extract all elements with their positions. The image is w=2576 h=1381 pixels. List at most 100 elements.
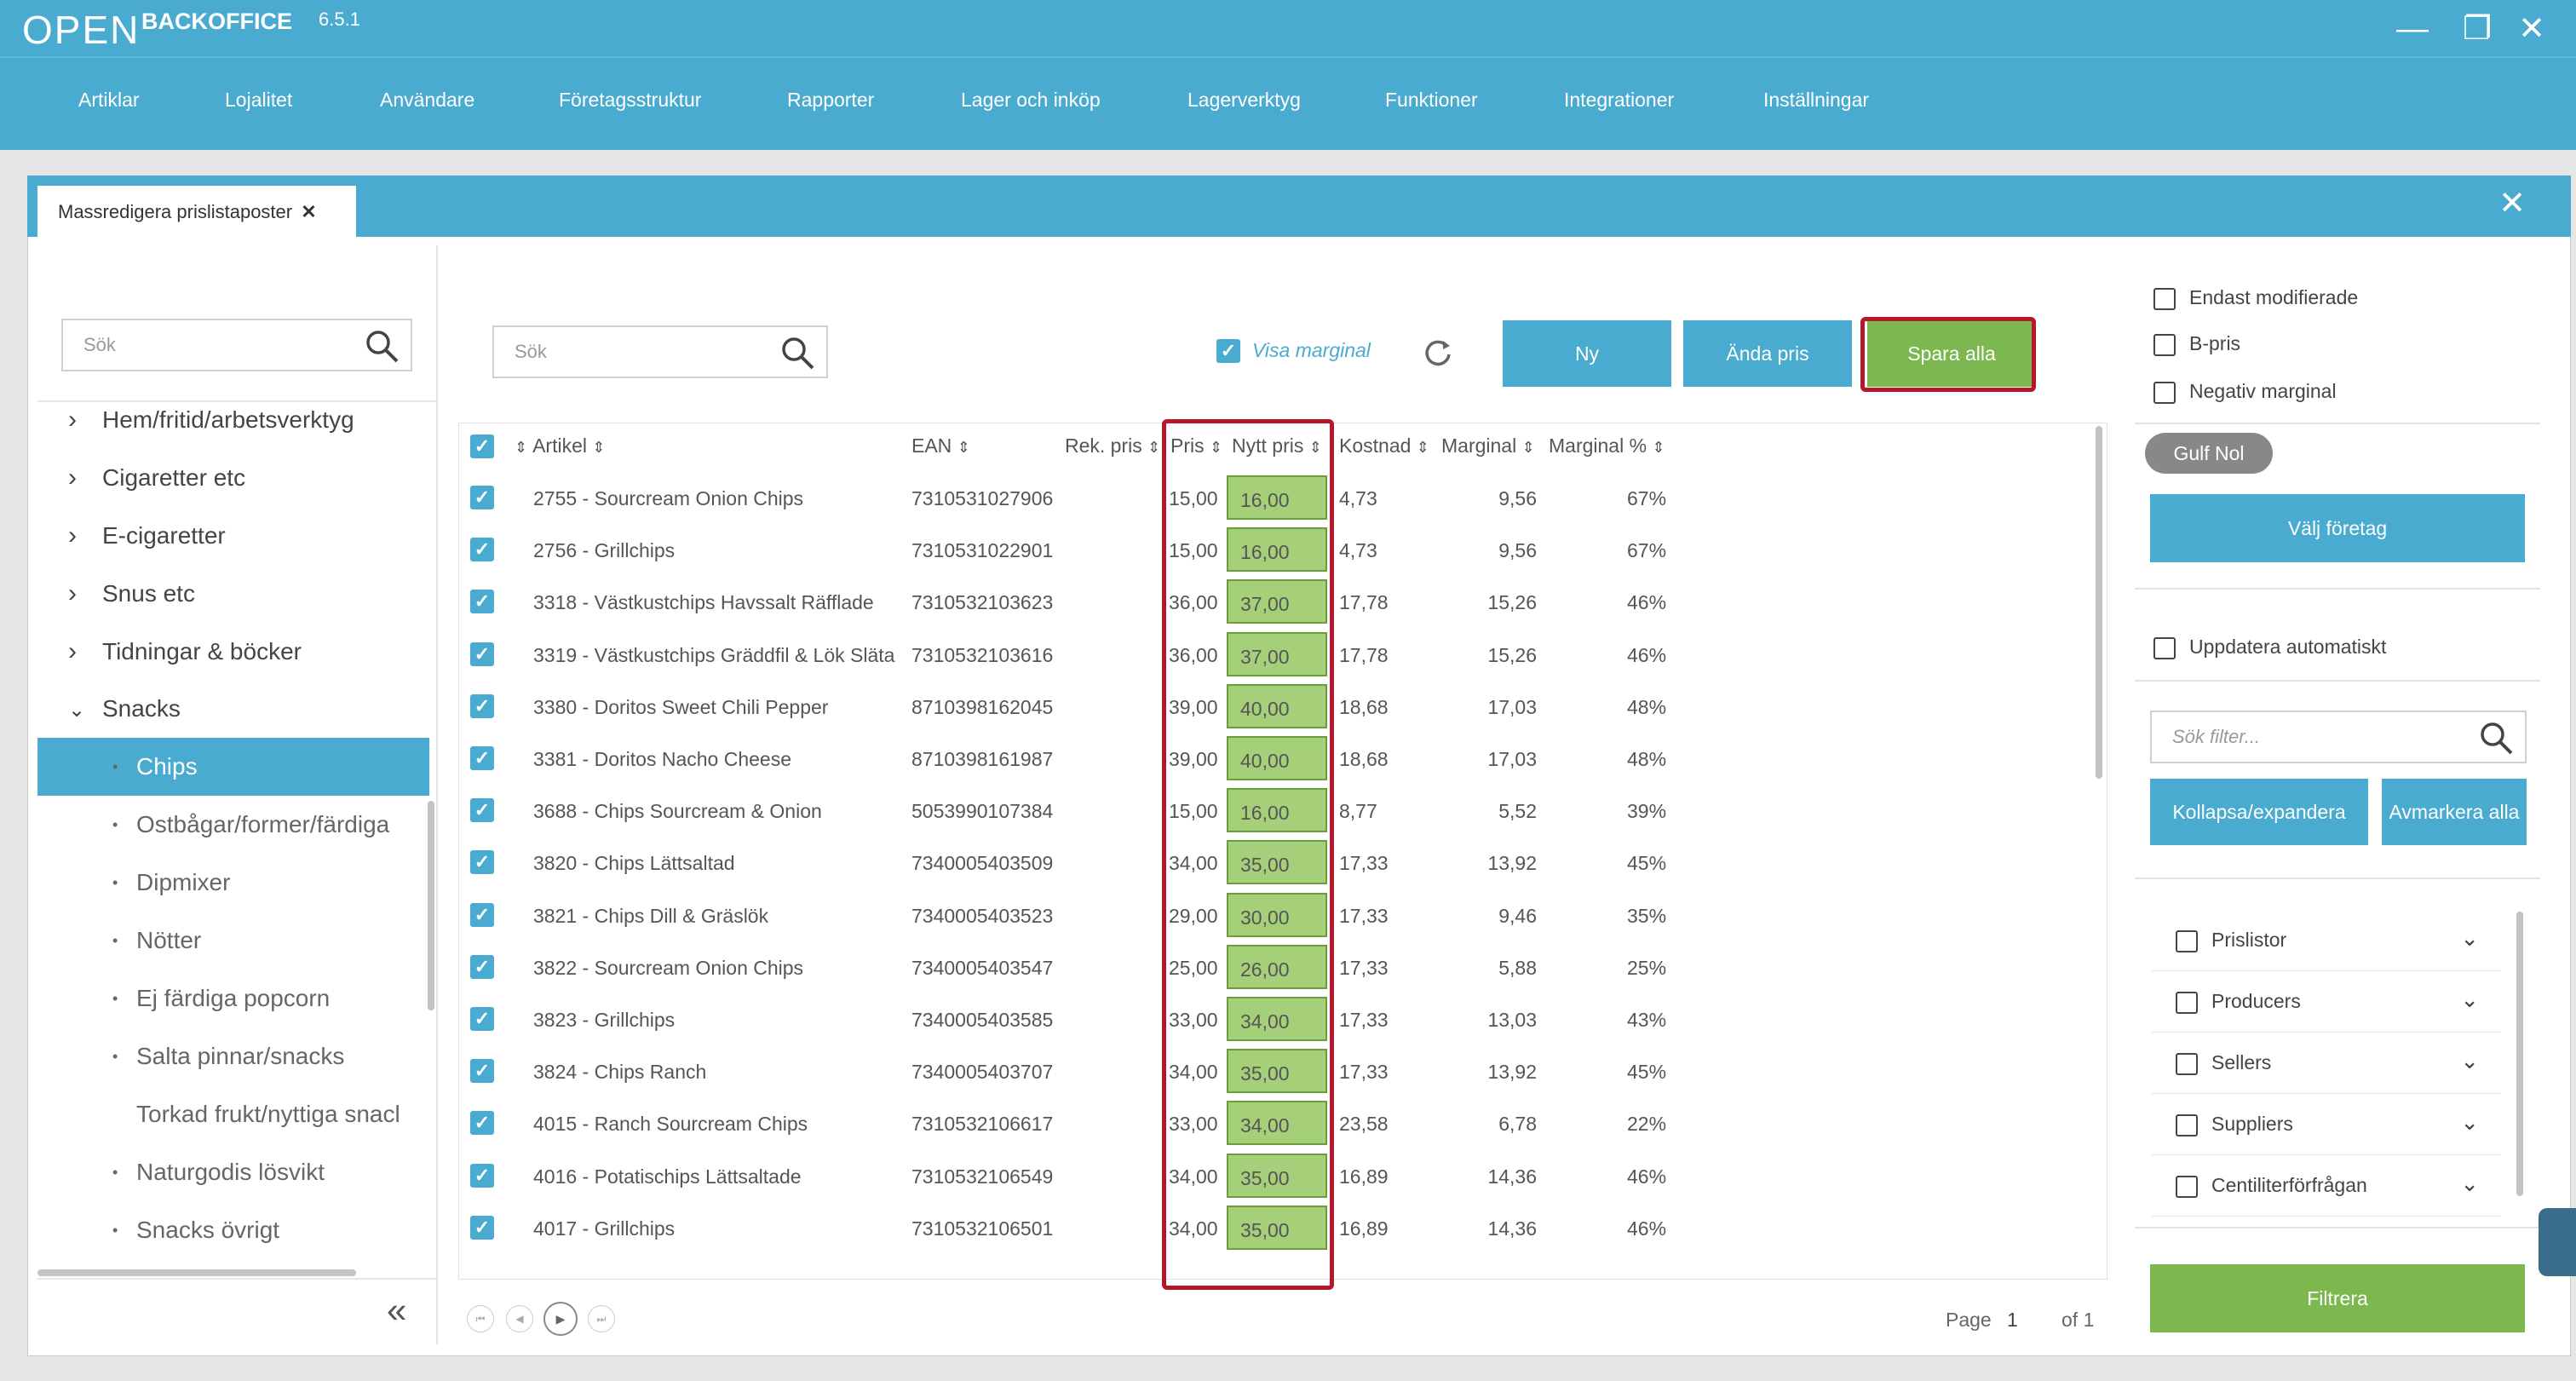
close-window-icon[interactable]: ✕ [2508, 5, 2556, 53]
search-icon[interactable] [363, 327, 400, 365]
side-handle-icon[interactable] [2539, 1208, 2576, 1276]
only-modified-check[interactable]: Endast modifierade [2153, 286, 2358, 310]
row-checkbox[interactable]: ✓ [470, 590, 494, 613]
menu-funktioner[interactable]: Funktioner [1385, 89, 1478, 112]
tree-item-tidningar[interactable]: › Tidningar & böcker [68, 637, 302, 666]
refresh-icon[interactable] [1421, 336, 1455, 370]
b-price-check[interactable]: B-pris [2153, 332, 2240, 356]
chevron-down-icon[interactable]: ⌄ [2460, 1048, 2479, 1074]
row-checkbox[interactable]: ✓ [470, 694, 494, 718]
tree-item-snacks-ovrigt[interactable]: Snacks övrigt [112, 1217, 279, 1244]
checkbox[interactable] [2176, 1175, 2198, 1198]
checkbox[interactable] [2176, 929, 2198, 952]
search-icon[interactable] [2477, 719, 2515, 757]
show-margin-checkbox[interactable]: ✓ [1216, 339, 1240, 363]
table-search-input[interactable]: Sök [492, 325, 828, 378]
row-checkbox[interactable]: ✓ [470, 798, 494, 822]
chevron-down-icon[interactable]: ⌄ [2460, 1109, 2479, 1136]
filter-producers[interactable]: Producers ⌄ [2152, 971, 2501, 1033]
search-icon[interactable] [779, 334, 816, 371]
menu-foretagsstruktur[interactable]: Företagsstruktur [559, 89, 701, 112]
checkbox[interactable] [2153, 333, 2176, 356]
row-checkbox[interactable]: ✓ [470, 746, 494, 770]
filter-scrollbar[interactable] [2516, 912, 2523, 1196]
col-header-article[interactable]: ⇕ Artikel ⇕ [515, 434, 605, 457]
tree-item-e-cigaretter[interactable]: › E-cigaretter [68, 521, 226, 550]
row-checkbox[interactable]: ✓ [470, 1216, 494, 1240]
menu-installningar[interactable]: Inställningar [1763, 89, 1869, 112]
col-header-rek-pris[interactable]: Rek. pris ⇕ [1065, 434, 1160, 457]
tree-item-ostbagar[interactable]: Ostbågar/former/färdiga [112, 811, 389, 838]
col-header-ean[interactable]: EAN ⇕ [911, 434, 970, 457]
checkbox[interactable] [2153, 287, 2176, 310]
checkbox[interactable] [2176, 1052, 2198, 1075]
negative-margin-check[interactable]: Negativ marginal [2153, 380, 2337, 404]
select-all-checkbox[interactable]: ✓ [470, 434, 494, 458]
new-button[interactable]: Ny [1503, 320, 1671, 387]
checkbox[interactable] [2153, 636, 2176, 659]
checkbox[interactable] [2153, 381, 2176, 404]
menu-anvandare[interactable]: Användare [380, 89, 474, 112]
menu-rapporter[interactable]: Rapporter [787, 89, 874, 112]
menu-lager-och-inkop[interactable]: Lager och inköp [961, 89, 1101, 112]
row-checkbox[interactable]: ✓ [470, 1059, 494, 1083]
filter-sellers[interactable]: Sellers ⌄ [2152, 1033, 2501, 1094]
row-checkbox[interactable]: ✓ [470, 955, 494, 979]
menu-lojalitet[interactable]: Lojalitet [225, 89, 292, 112]
tree-item-salta-pinnar[interactable]: Salta pinnar/snacks [112, 1043, 344, 1070]
tree-scrollbar[interactable] [428, 801, 434, 1010]
last-page-icon[interactable]: ⏭ [588, 1305, 615, 1332]
filter-search-input[interactable]: Sök filter... [2150, 711, 2527, 763]
filter-prislistor[interactable]: Prislistor ⌄ [2152, 910, 2501, 971]
col-header-marginal-pct[interactable]: Marginal % ⇕ [1549, 434, 1665, 457]
tree-item-popcorn[interactable]: Ej färdiga popcorn [112, 985, 330, 1012]
page-number[interactable]: 1 [2007, 1309, 2018, 1332]
panel-close-icon[interactable]: ✕ [2494, 186, 2530, 222]
row-checkbox[interactable]: ✓ [470, 1111, 494, 1135]
tree-item-notter[interactable]: Nötter [112, 927, 201, 954]
chevron-down-icon[interactable]: ⌄ [2460, 925, 2479, 952]
minimize-icon[interactable]: — [2389, 5, 2436, 53]
change-price-button[interactable]: Ända pris [1683, 320, 1852, 387]
row-checkbox[interactable]: ✓ [470, 850, 494, 874]
menu-lagerverktyg[interactable]: Lagerverktyg [1187, 89, 1301, 112]
filter-suppliers[interactable]: Suppliers ⌄ [2152, 1094, 2501, 1155]
filter-centiliter[interactable]: Centiliterförfrågan ⌄ [2152, 1155, 2501, 1217]
tab-close-icon[interactable]: ✕ [301, 201, 316, 222]
tree-search-input[interactable]: Sök [61, 319, 412, 371]
first-page-icon[interactable]: ⏮ [467, 1305, 494, 1332]
row-checkbox[interactable]: ✓ [470, 538, 494, 561]
col-header-marginal[interactable]: Marginal ⇕ [1441, 434, 1535, 457]
menu-artiklar[interactable]: Artiklar [78, 89, 140, 112]
collapse-expand-button[interactable]: Kollapsa/expandera [2150, 779, 2368, 845]
tree-item-chips[interactable]: Chips [112, 753, 197, 780]
row-checkbox[interactable]: ✓ [470, 903, 494, 927]
chevron-down-icon[interactable]: ⌄ [2460, 987, 2479, 1013]
filter-button[interactable]: Filtrera [2150, 1264, 2525, 1332]
deselect-all-button[interactable]: Avmarkera alla [2382, 779, 2527, 845]
tree-item-snacks[interactable]: ⌄ Snacks [68, 695, 181, 722]
tree-item-hem[interactable]: › Hem/fritid/arbetsverktyg [68, 406, 354, 434]
company-chip[interactable]: Gulf Nol [2145, 433, 2273, 474]
tree-item-torkad-frukt[interactable]: Torkad frukt/nyttiga snacl [136, 1101, 429, 1128]
prev-page-icon[interactable]: ◀ [506, 1305, 533, 1332]
col-header-kostnad[interactable]: Kostnad ⇕ [1339, 434, 1429, 457]
row-checkbox[interactable]: ✓ [470, 1007, 494, 1031]
checkbox[interactable] [2176, 1113, 2198, 1136]
tree-hscrollbar[interactable] [37, 1269, 356, 1276]
row-checkbox[interactable]: ✓ [470, 1164, 494, 1188]
tree-item-dipmixer[interactable]: Dipmixer [112, 869, 231, 896]
collapse-sidebar-icon[interactable]: « [387, 1290, 406, 1331]
auto-update-check[interactable]: Uppdatera automatiskt [2153, 636, 2386, 659]
row-checkbox[interactable]: ✓ [470, 642, 494, 666]
checkbox[interactable] [2176, 991, 2198, 1014]
choose-company-button[interactable]: Välj företag [2150, 494, 2525, 562]
menu-integrationer[interactable]: Integrationer [1564, 89, 1674, 112]
tab-massredigera[interactable]: Massredigera prislistaposter ✕ [37, 186, 356, 237]
row-checkbox[interactable]: ✓ [470, 486, 494, 509]
table-scrollbar[interactable] [2096, 426, 2102, 779]
tree-item-naturgodis[interactable]: Naturgodis lösvikt [112, 1159, 325, 1186]
restore-icon[interactable]: ❐ [2453, 5, 2501, 53]
chevron-down-icon[interactable]: ⌄ [2460, 1171, 2479, 1197]
tree-item-cigaretter[interactable]: › Cigaretter etc [68, 463, 245, 492]
